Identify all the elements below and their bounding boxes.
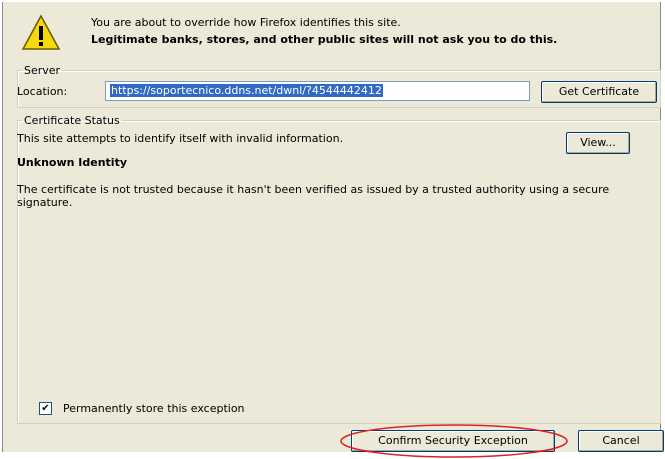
permanent-label[interactable]: Permanently store this exception [63, 402, 245, 415]
get-certificate-button[interactable]: Get Certificate [541, 81, 657, 103]
view-label: View... [580, 136, 616, 149]
warning-icon [21, 14, 61, 50]
location-value: https://soportecnico.ddns.net/dwnl/?4544… [110, 84, 383, 97]
security-exception-dialog: You are about to override how Firefox id… [2, 2, 664, 458]
server-legend: Server [24, 64, 61, 77]
certificate-description: The certificate is not trusted because i… [17, 183, 610, 209]
cancel-label: Cancel [602, 434, 640, 447]
status-message: This site attempts to identify itself wi… [17, 132, 344, 145]
permanent-checkbox[interactable]: ✔ [39, 402, 52, 415]
location-input[interactable]: https://soportecnico.ddns.net/dwnl/?4544… [105, 81, 530, 101]
location-label: Location: [17, 85, 68, 98]
view-button[interactable]: View... [566, 132, 630, 154]
cancel-button[interactable]: Cancel [578, 430, 664, 452]
checkmark-icon: ✔ [41, 403, 50, 414]
warning-emphasis: Legitimate banks, stores, and other publ… [91, 33, 558, 46]
get-certificate-label: Get Certificate [558, 85, 640, 98]
identity-title: Unknown Identity [17, 156, 128, 169]
warning-message: You are about to override how Firefox id… [91, 16, 401, 29]
certificate-status-legend: Certificate Status [24, 114, 120, 127]
